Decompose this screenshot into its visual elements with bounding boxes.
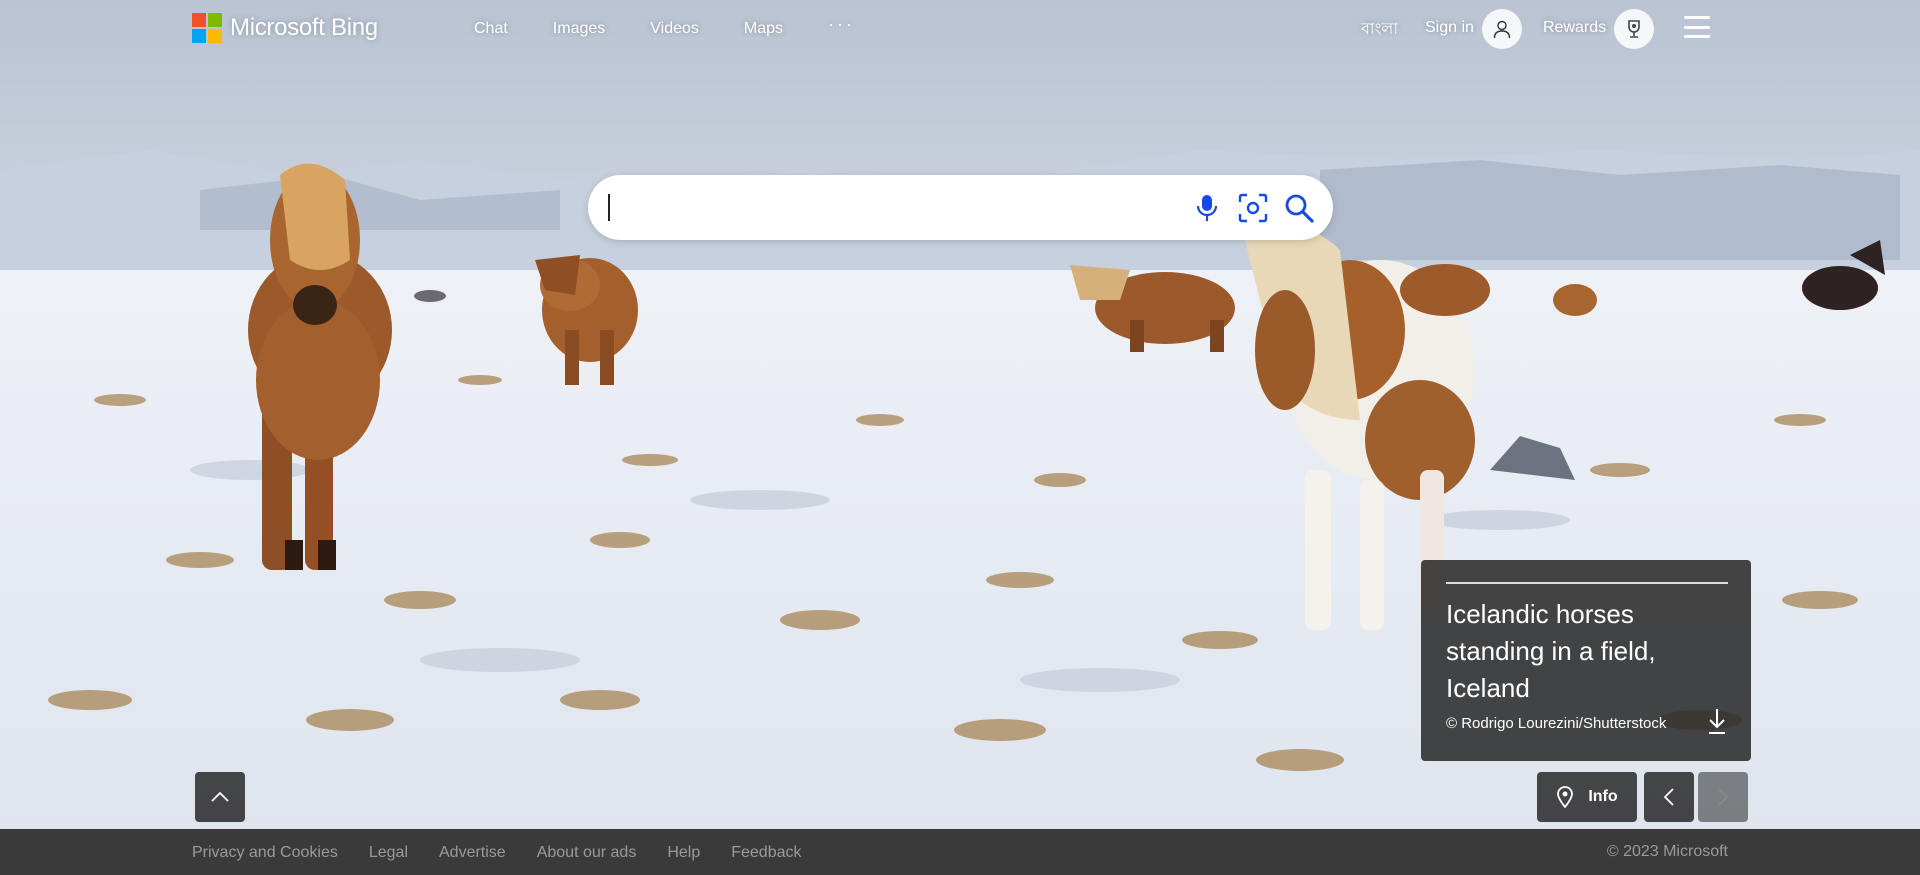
footer-link-about-ads[interactable]: About our ads [537, 844, 637, 862]
menu-icon[interactable] [1684, 16, 1710, 38]
image-credit: © Rodrigo Lourezini/Shutterstock [1446, 715, 1667, 732]
rewards-link[interactable]: Rewards [1543, 19, 1606, 37]
visual-search-icon[interactable] [1235, 190, 1271, 226]
card-divider [1446, 582, 1728, 584]
footer-link-legal[interactable]: Legal [369, 844, 408, 862]
language-link[interactable]: বাংলা [1361, 16, 1398, 43]
previous-image-button[interactable] [1644, 772, 1694, 822]
nav-videos[interactable]: Videos [650, 20, 699, 38]
rewards-icon[interactable] [1614, 9, 1654, 49]
image-info-card: Icelandic horses standing in a field, Ic… [1421, 560, 1751, 761]
more-icon[interactable]: ··· [828, 14, 855, 38]
main-nav: Chat Images Videos Maps ··· [474, 14, 900, 38]
info-button[interactable]: Info [1537, 772, 1637, 822]
header: Microsoft Bing Chat Images Videos Maps ·… [0, 0, 1920, 60]
bing-logo[interactable]: Microsoft Bing [192, 13, 378, 43]
image-title[interactable]: Icelandic horses standing in a field, Ic… [1446, 596, 1686, 707]
microphone-icon[interactable] [1189, 190, 1225, 226]
copyright: © 2023 Microsoft [1606, 843, 1728, 860]
chevron-right-icon [1718, 788, 1729, 806]
footer-link-advertise[interactable]: Advertise [439, 844, 506, 862]
person-icon [1493, 20, 1511, 39]
footer-link-help[interactable]: Help [667, 844, 700, 862]
nav-maps[interactable]: Maps [744, 20, 783, 38]
nav-images[interactable]: Images [553, 20, 605, 38]
next-image-button[interactable] [1698, 772, 1748, 822]
microsoft-logo-icon [192, 13, 222, 43]
user-avatar-icon[interactable] [1482, 9, 1522, 49]
download-icon[interactable] [1701, 704, 1733, 738]
chevron-up-icon [211, 791, 229, 802]
search-icon[interactable] [1281, 190, 1317, 226]
search-box [588, 175, 1333, 240]
text-cursor [608, 194, 610, 221]
footer-link-feedback[interactable]: Feedback [731, 844, 801, 862]
signin-link[interactable]: Sign in [1425, 19, 1474, 37]
footer-link-privacy[interactable]: Privacy and Cookies [192, 844, 338, 862]
scroll-up-button[interactable] [195, 772, 245, 822]
nav-chat[interactable]: Chat [474, 20, 508, 38]
search-input[interactable] [606, 187, 1150, 229]
chevron-left-icon [1663, 788, 1674, 806]
info-label: Info [1588, 788, 1618, 805]
footer-links: Privacy and Cookies Legal Advertise Abou… [192, 844, 833, 862]
footer: Privacy and Cookies Legal Advertise Abou… [0, 829, 1920, 875]
trophy-icon [1628, 20, 1640, 38]
location-pin-icon [1557, 786, 1574, 808]
brand-name: Microsoft Bing [230, 14, 378, 41]
